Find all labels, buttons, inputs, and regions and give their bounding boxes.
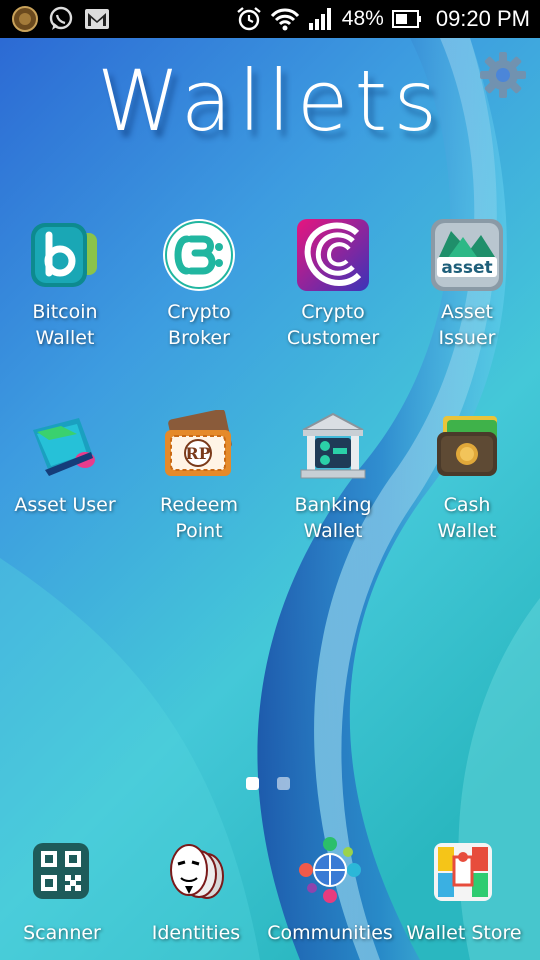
battery-icon	[391, 10, 421, 28]
dock-label-communities: Communities	[267, 922, 393, 944]
app-label: Asset User	[14, 494, 116, 516]
asset-user-icon	[33, 418, 95, 476]
crypto-customer-icon	[297, 219, 369, 291]
asset-issuer-icon: asset	[431, 219, 503, 291]
wallet-store-icon[interactable]	[434, 843, 492, 901]
app-label: Banking Wallet	[294, 494, 372, 542]
app-label: Asset Issuer	[438, 301, 496, 349]
bitcoin-wallet-icon	[31, 223, 97, 287]
clock: 09:20 PM	[435, 6, 530, 31]
home-screen: 48% 09:20 PM Wallets Bitcoin Wallet Cryp…	[0, 0, 540, 960]
signal-icon	[308, 8, 331, 30]
app-bitcoin-wallet[interactable]: Bitcoin Wallet	[0, 217, 132, 351]
app-cash-wallet[interactable]: Cash Wallet	[400, 410, 534, 544]
app-crypto-broker[interactable]: Crypto Broker	[132, 217, 266, 351]
app-label: Redeem Point	[160, 494, 238, 542]
gmail-icon	[85, 9, 109, 29]
app-redeem-point[interactable]: RP Redeem Point	[132, 408, 266, 544]
dock-label-scanner: Scanner	[23, 922, 101, 944]
page-dot[interactable]	[277, 777, 290, 790]
communities-globe-icon[interactable]	[296, 836, 364, 904]
svg-text:RP: RP	[185, 444, 210, 463]
alarm-icon	[237, 7, 261, 31]
app-label: Bitcoin Wallet	[32, 301, 98, 349]
page-dot-active[interactable]	[246, 777, 259, 790]
app-label: Crypto Broker	[167, 301, 231, 349]
page-indicator	[246, 777, 290, 790]
app-asset-issuer[interactable]: asset Asset Issuer	[400, 217, 534, 351]
battery-percent: 48%	[341, 7, 384, 30]
app-banking-wallet[interactable]: Banking Wallet	[266, 410, 400, 544]
crypto-broker-icon	[163, 219, 235, 291]
identities-mask-icon[interactable]	[163, 838, 229, 904]
dock-label-identities: Identities	[151, 922, 241, 944]
dock-label-wallet-store: Wallet Store	[406, 922, 522, 944]
cash-wallet-icon	[437, 416, 497, 476]
app-asset-user[interactable]: Asset User	[0, 410, 132, 518]
qr-scanner-icon[interactable]	[33, 843, 89, 899]
whatsapp-icon	[49, 6, 73, 30]
status-bar: 48% 09:20 PM	[0, 0, 540, 38]
app-coin-icon	[12, 6, 38, 32]
wifi-icon	[270, 8, 299, 31]
app-crypto-customer[interactable]: Crypto Customer	[266, 217, 400, 351]
app-label: Crypto Customer	[286, 301, 380, 349]
app-label: Cash Wallet	[437, 494, 497, 542]
redeem-point-icon: RP	[165, 408, 232, 476]
svg-text:asset: asset	[441, 258, 492, 278]
banking-wallet-icon	[300, 412, 366, 479]
page-title: Wallets	[96, 52, 444, 150]
